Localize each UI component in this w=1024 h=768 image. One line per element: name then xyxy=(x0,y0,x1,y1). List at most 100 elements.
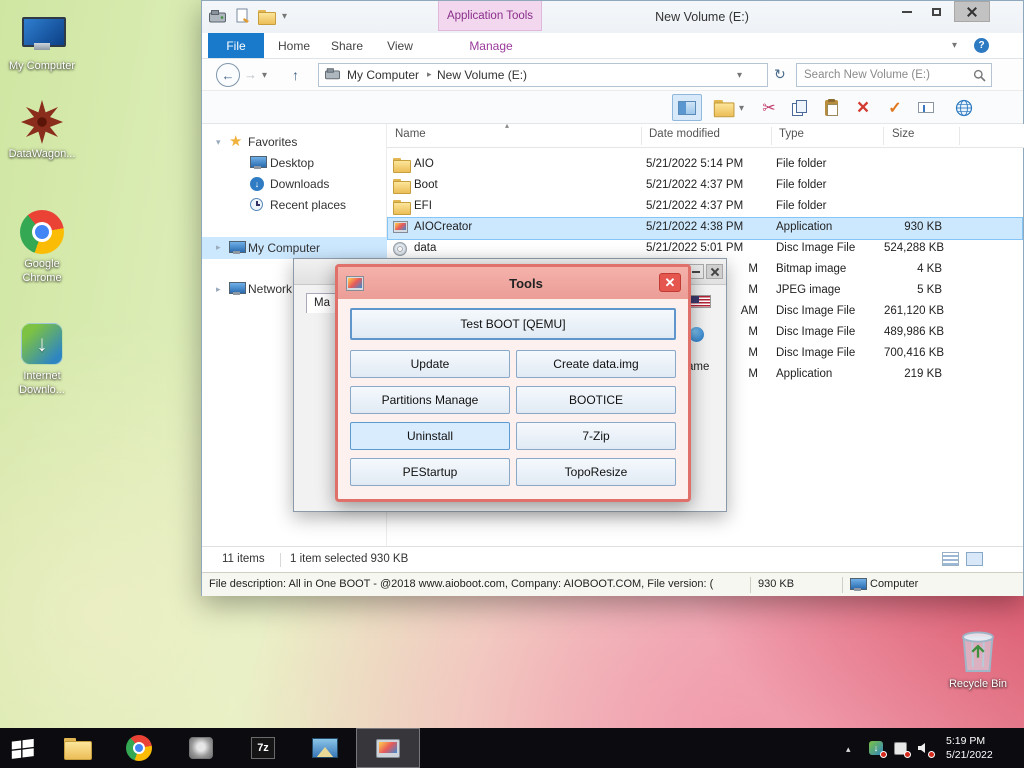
sidebar-item-downloads[interactable]: Downloads xyxy=(202,174,387,195)
info-icon[interactable] xyxy=(689,327,704,342)
folder-icon xyxy=(393,158,411,173)
items-count: 11 items xyxy=(222,553,265,565)
help-icon[interactable]: ? xyxy=(974,38,989,53)
test-boot-qemu-button[interactable]: Test BOOT [QEMU] xyxy=(350,308,676,340)
folder-icon xyxy=(713,100,735,118)
column-name[interactable]: Name xyxy=(395,128,426,140)
minimize-button[interactable] xyxy=(892,1,921,22)
new-folder-button[interactable] xyxy=(710,94,736,121)
windows-logo-icon xyxy=(11,738,34,759)
file-row-aio[interactable]: AIO 5/21/2022 5:14 PM File folder xyxy=(388,155,1022,176)
confirm-icon[interactable] xyxy=(882,94,908,121)
sidebar-item-recent-places[interactable]: Recent places xyxy=(202,195,387,216)
tools-dialog-title-bar[interactable]: Tools xyxy=(338,267,688,299)
folder-icon xyxy=(393,200,411,215)
forward-button[interactable]: → xyxy=(244,67,257,82)
seven-zip-button[interactable]: 7-Zip xyxy=(516,422,676,450)
history-dropdown-icon[interactable] xyxy=(262,70,267,81)
globe-icon[interactable] xyxy=(950,94,978,121)
toporesize-button[interactable]: TopoResize xyxy=(516,458,676,486)
tab-share[interactable]: Share xyxy=(322,33,372,58)
desktop-icon-google-chrome[interactable]: Google Chrome xyxy=(2,206,82,286)
partitions-manage-button[interactable]: Partitions Manage xyxy=(350,386,510,414)
thumbnail-view-icon[interactable] xyxy=(966,552,983,566)
file-row-aiocreator-selected[interactable]: AIOCreator 5/21/2022 4:38 PM Application… xyxy=(387,217,1023,240)
new-folder-dropdown-icon[interactable] xyxy=(739,103,744,114)
bootice-button[interactable]: BOOTICE xyxy=(516,386,676,414)
taskbar-7zip[interactable]: 7z xyxy=(232,728,294,768)
taskbar-app[interactable] xyxy=(170,728,232,768)
column-date-modified[interactable]: Date modified xyxy=(649,128,720,140)
ribbon-expand-icon[interactable] xyxy=(952,40,957,51)
file-row-boot[interactable]: Boot 5/21/2022 4:37 PM File folder xyxy=(388,176,1022,197)
chrome-icon xyxy=(126,735,152,761)
tray-app-icon[interactable] xyxy=(892,740,911,758)
refresh-icon[interactable] xyxy=(774,66,786,83)
start-button[interactable] xyxy=(0,728,46,768)
taskbar-clock[interactable]: 5:19 PM 5/21/2022 xyxy=(946,734,993,762)
dialog-title: Tools xyxy=(509,275,543,291)
desktop-icon-my-computer[interactable]: My Computer xyxy=(2,8,82,74)
title-bar[interactable]: Application Tools New Volume (E:) xyxy=(202,1,1023,33)
column-type[interactable]: Type xyxy=(779,128,804,140)
sidebar-item-favorites[interactable]: ▾ Favorites xyxy=(202,132,387,153)
tray-expand-icon[interactable]: ▴ xyxy=(846,744,851,755)
preview-pane-button[interactable] xyxy=(672,94,702,121)
update-button[interactable]: Update xyxy=(350,350,510,378)
maximize-button[interactable] xyxy=(922,1,951,22)
file-row-data[interactable]: data 5/21/2022 5:01 PM Disc Image File 5… xyxy=(388,239,1022,260)
qat-folder-icon[interactable] xyxy=(258,10,276,25)
back-button[interactable]: ← xyxy=(216,63,240,87)
tab-main[interactable]: Ma xyxy=(306,293,336,313)
search-box[interactable] xyxy=(796,63,992,87)
application-icon xyxy=(393,221,408,233)
tab-manage[interactable]: Manage xyxy=(452,33,530,58)
paste-icon[interactable] xyxy=(818,94,844,121)
desktop-icon-label: Google Chrome xyxy=(22,258,62,284)
address-bar[interactable]: My Computer New Volume (E:) xyxy=(318,63,768,87)
details-view-icon[interactable] xyxy=(942,552,959,566)
copy-icon[interactable] xyxy=(786,94,812,121)
pestartup-button[interactable]: PEStartup xyxy=(350,458,510,486)
address-dropdown-icon[interactable] xyxy=(737,70,742,81)
sidebar-item-desktop[interactable]: Desktop xyxy=(202,153,387,174)
close-button[interactable] xyxy=(954,1,990,22)
clock-date: 5/21/2022 xyxy=(946,749,993,762)
delete-icon[interactable] xyxy=(850,94,876,121)
breadcrumb-my-computer[interactable]: My Computer xyxy=(347,68,419,82)
desktop-icon-label: Recycle Bin xyxy=(948,678,1008,690)
expander-icon[interactable]: ▸ xyxy=(216,242,221,253)
desktop-icon-recycle-bin[interactable]: Recycle Bin xyxy=(938,618,1018,692)
desktop-icon-datawagon[interactable]: DataWagon... xyxy=(2,96,82,162)
tab-file[interactable]: File xyxy=(208,33,264,58)
sidebar-item-my-computer[interactable]: ▸ My Computer xyxy=(202,237,387,259)
search-input[interactable] xyxy=(797,64,991,86)
close-button[interactable]: ✕ xyxy=(659,273,681,292)
file-size: 930 KB xyxy=(758,578,795,590)
expander-icon[interactable]: ▸ xyxy=(216,284,221,295)
uninstall-button[interactable]: Uninstall xyxy=(350,422,510,450)
cut-icon[interactable] xyxy=(756,94,782,121)
create-data-img-button[interactable]: Create data.img xyxy=(516,350,676,378)
rename-icon[interactable] xyxy=(912,94,940,121)
taskbar-file-explorer[interactable] xyxy=(46,728,108,768)
breadcrumb-new-volume[interactable]: New Volume (E:) xyxy=(437,68,527,82)
qat-new-item-icon[interactable] xyxy=(236,8,250,27)
expander-icon[interactable]: ▾ xyxy=(216,137,221,148)
recycle-bin-icon xyxy=(938,618,1018,678)
up-button[interactable]: ↑ xyxy=(292,67,299,83)
desktop-icon-internet-download-manager[interactable]: Internet Downlo... xyxy=(2,318,82,398)
close-button[interactable] xyxy=(706,264,723,279)
column-size[interactable]: Size xyxy=(892,128,914,140)
taskbar-aiocreator-active[interactable] xyxy=(356,728,420,768)
taskbar-chrome[interactable] xyxy=(108,728,170,768)
taskbar-photo-viewer[interactable] xyxy=(294,728,356,768)
search-icon[interactable] xyxy=(973,69,986,85)
tray-download-icon[interactable]: ↓ xyxy=(868,740,887,758)
tray-volume-icon[interactable] xyxy=(916,740,935,758)
tab-home[interactable]: Home xyxy=(270,33,318,58)
qat-dropdown-icon[interactable] xyxy=(282,11,287,22)
tab-view[interactable]: View xyxy=(376,33,424,58)
language-flag-icon[interactable] xyxy=(689,295,711,308)
file-row-efi[interactable]: EFI 5/21/2022 4:37 PM File folder xyxy=(388,197,1022,218)
